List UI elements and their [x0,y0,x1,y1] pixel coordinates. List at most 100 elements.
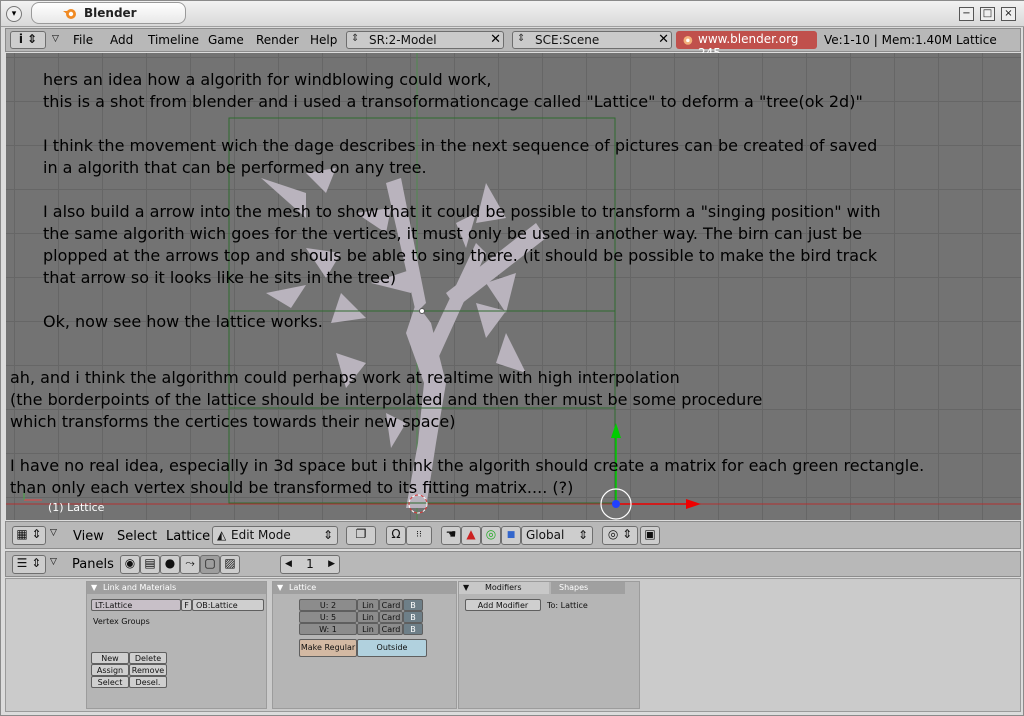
minimize-button[interactable]: − [959,7,974,21]
menu-help[interactable]: Help [310,33,337,47]
tab-modifiers[interactable]: ▼ Modifiers [459,582,549,594]
text-line: the same algorith wich goes for the vert… [43,224,863,243]
script-context-icon[interactable]: ▤ [140,555,160,574]
w-lin-button[interactable]: Lin [357,623,379,635]
render-preview-icon[interactable]: ▣ [640,526,660,545]
text-line: ah, and i think the algorithm could perh… [10,368,680,387]
menu-view[interactable]: View [73,529,104,544]
maximize-button[interactable]: □ [980,7,995,21]
grid-icon: ▦ [16,527,28,541]
v-resolution-field[interactable]: U: 5 [299,611,357,623]
menu-file[interactable]: File [73,33,93,47]
menu-game[interactable]: Game [208,33,244,47]
hand-icon[interactable]: ☚ [441,526,461,545]
text-line: which transforms the certices towards th… [10,412,456,431]
mode-selector[interactable]: ◭ Edit Mode ⇕ [212,526,338,545]
editing-context-icon[interactable]: ▢ [200,555,220,574]
panel-header[interactable]: ▼ Lattice [273,582,456,594]
draw-type-button[interactable]: ❐ [346,526,376,545]
w-resolution-field[interactable]: W: 1 [299,623,357,635]
editor-type-button[interactable]: ▦ ⇕ [12,526,46,545]
text-line: this is a shot from blender and i used a… [43,92,863,111]
select-button[interactable]: Select [91,676,129,688]
buttons-window: ▼ Link and Materials LT:Lattice F OB:Latt… [5,578,1021,712]
updown-icon: ⇕ [517,33,526,44]
collapse-arrow-icon[interactable]: ▽ [50,528,57,538]
editor-type-button[interactable]: ☰ ⇕ [12,555,46,574]
text-line: plopped at the arrows top and shouls be … [43,246,878,265]
panels-label: Panels [72,557,114,572]
logic-context-icon[interactable]: ◉ [120,555,140,574]
v-bspline-button[interactable]: B [403,611,423,623]
assign-button[interactable]: Assign [91,664,129,676]
tab-shapes[interactable]: Shapes [551,582,625,594]
cube-icon: ❐ [355,527,367,541]
vertex-groups-label: Vertex Groups [93,617,150,626]
text-line: in a algorith that can be performed on a… [43,158,427,177]
blender-window: ▾ Blender − □ × i ⇕ ▽ File Add Timeline … [0,0,1024,716]
u-resolution-field[interactable]: U: 2 [299,599,357,611]
frame-number-field[interactable]: ◀ 1 ▶ [280,555,340,574]
v-card-button[interactable]: Card [379,611,403,623]
scale-icon[interactable]: ■ [501,526,521,545]
delete-screen-icon[interactable]: ✕ [490,32,501,47]
remove-button[interactable]: Remove [129,664,167,676]
lattice-data-field[interactable]: LT:Lattice [91,599,181,611]
delete-button[interactable]: Delete [129,652,167,664]
object-context-icon[interactable]: ⤳ [180,555,200,574]
lattice-panel: ▼ Lattice U: 2 Lin Card B U: 5 Lin Card B… [272,581,457,709]
object-name-field[interactable]: OB:Lattice [192,599,264,611]
new-button[interactable]: New [91,652,129,664]
menu-lattice[interactable]: Lattice [166,529,210,544]
proportional-edit-icon[interactable]: ◎ ⇕ [602,526,638,545]
3d-viewport[interactable]: hers an idea how a algorith for windblow… [6,53,1021,520]
menu-render[interactable]: Render [256,33,299,47]
window-title: Blender [84,6,137,20]
object-label: (1) Lattice [48,501,105,514]
blender-logo-icon [683,36,693,45]
collapse-arrow-icon[interactable]: ▽ [52,34,59,44]
buttons-window-header: ☰ ⇕ ▽ Panels ◉ ▤ ● ⤳ ▢ ▨ ◀ 1 ▶ [5,551,1021,577]
modifier-target-label: To: Lattice [547,601,588,610]
fake-user-button[interactable]: F [181,599,192,611]
u-bspline-button[interactable]: B [403,599,423,611]
text-line: I also build a arrow into the mesh to sh… [43,202,881,221]
modifiers-panel: ▼ Modifiers Shapes Add Modifier To: Latti… [458,581,640,709]
text-line: (the borderpoints of the lattice should … [10,390,763,409]
3d-view-header: ▦ ⇕ ▽ View Select Lattice ◭ Edit Mode ⇕ ❐ … [5,521,1021,549]
panel-header[interactable]: ▼ Link and Materials [87,582,266,594]
rotate-icon[interactable]: ◎ [481,526,501,545]
pivot-icon[interactable]: ⁝⁝ [406,526,432,545]
make-regular-button[interactable]: Make Regular [299,639,357,657]
text-line: hers an idea how a algorith for windblow… [43,70,492,89]
collapse-arrow-icon[interactable]: ▽ [50,557,57,567]
info-icon: i [18,32,23,46]
translate-icon[interactable]: ▲ [461,526,481,545]
screen-selector[interactable]: ⇕ SR:2-Model ✕ [346,31,504,49]
menu-add[interactable]: Add [110,33,133,47]
scene-context-icon[interactable]: ▨ [220,555,240,574]
updown-icon: ⇕ [351,33,360,44]
info-window-type-button[interactable]: i ⇕ [10,31,46,49]
menu-select[interactable]: Select [117,529,157,544]
close-button[interactable]: × [1001,7,1016,21]
u-lin-button[interactable]: Lin [357,599,379,611]
shading-context-icon[interactable]: ● [160,555,180,574]
outside-toggle[interactable]: Outside [357,639,427,657]
window-menu-icon[interactable]: ▾ [6,6,22,22]
w-card-button[interactable]: Card [379,623,403,635]
scene-stats: Ve:1-10 | Mem:1.40M Lattice [824,33,997,47]
u-card-button[interactable]: Card [379,599,403,611]
orientation-selector[interactable]: Global ⇕ [521,526,593,545]
text-line: I think the movement wich the dage descr… [43,136,878,155]
delete-scene-icon[interactable]: ✕ [658,32,669,47]
scene-selector[interactable]: ⇕ SCE:Scene ✕ [512,31,672,49]
w-bspline-button[interactable]: B [403,623,423,635]
menu-timeline[interactable]: Timeline [148,33,199,47]
add-modifier-button[interactable]: Add Modifier [465,599,541,611]
lattice-vertex[interactable] [419,308,425,314]
deselect-button[interactable]: Desel. [129,676,167,688]
v-lin-button[interactable]: Lin [357,611,379,623]
snap-magnet-icon[interactable]: Ω [386,526,406,545]
blender-url-link[interactable]: www.blender.org 245 [676,31,817,60]
